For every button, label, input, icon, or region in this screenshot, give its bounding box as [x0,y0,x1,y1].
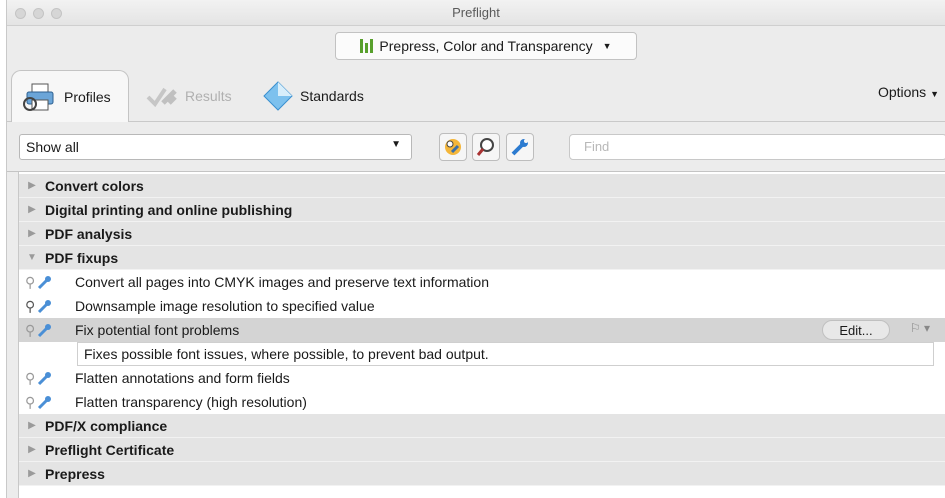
tab-profiles-label: Profiles [64,89,111,105]
fixup-description: Fixes possible font issues, where possib… [77,342,934,366]
group-label: Digital printing and online publishing [45,201,293,218]
tab-strip: Profiles Results Standards Options ▼ [7,70,945,123]
chevron-down-icon: ▼ [391,139,401,150]
bars-chart-icon [360,39,374,53]
fixup-label: Downsample image resolution to specified… [75,298,375,314]
profile-list: ▶ Convert colors ▶ Digital printing and … [18,172,945,498]
toolbar: Show all ▼ Find [7,122,945,172]
profiles-printer-icon [23,83,54,111]
filter-value: Show all [26,139,79,155]
fixups-wrench-icon [511,139,528,156]
standards-diamond-icon [263,81,293,111]
group-label: PDF/X compliance [45,417,168,434]
find-input[interactable]: Find [569,134,945,160]
group-label: Convert colors [45,177,144,194]
title-bar: Preflight [7,0,945,26]
tab-profiles[interactable]: Profiles [11,70,129,123]
window-title: Preflight [452,5,500,20]
disclosure-triangle-icon: ▶ [28,444,36,455]
fixup-item[interactable]: ⚲ Convert all pages into CMYK images and… [19,270,945,294]
fixup-label: Flatten transparency (high resolution) [75,394,307,410]
disclosure-triangle-icon: ▶ [28,228,36,239]
preflight-window: Preflight Prepress, Color and Transparen… [6,0,945,498]
show-fixups-button[interactable] [506,133,534,161]
fixup-item[interactable]: ⚲ Flatten transparency (high resolution) [19,390,945,414]
disclosure-triangle-icon: ▶ [28,420,36,431]
find-placeholder: Find [584,139,610,154]
list-group-preflight-certificate[interactable]: ▶ Preflight Certificate [19,438,945,462]
group-label: Prepress [45,465,105,482]
list-group-convert-colors[interactable]: ▶ Convert colors [19,174,945,198]
results-icon [146,87,177,108]
magnifier-icon: ⚲ [25,273,36,290]
filter-dropdown[interactable]: Show all ▼ [19,134,412,160]
tab-results[interactable]: Results [145,70,232,122]
wrench-icon [38,372,52,386]
fixup-label: Flatten annotations and form fields [75,370,290,386]
group-label: PDF fixups [45,249,119,266]
magnifier-icon: ⚲ [25,321,36,338]
disclosure-triangle-icon: ▶ [28,468,36,479]
wrench-icon [38,324,52,338]
options-label: Options [877,84,927,100]
chevron-down-icon: ▼ [930,89,939,99]
group-label: Preflight Certificate [45,441,175,458]
flag-menu-icon[interactable]: ⚐ ▾ [910,321,930,335]
disclosure-triangle-open-icon: ▼ [27,252,37,263]
group-label: PDF analysis [45,225,133,242]
list-group-prepress[interactable]: ▶ Prepress [19,462,945,486]
edit-button[interactable]: Edit... [822,320,890,340]
fixup-label: Convert all pages into CMYK images and p… [75,274,489,290]
fixup-item[interactable]: ⚲ Downsample image resolution to specifi… [19,294,945,318]
chevron-down-icon: ▼ [602,41,612,51]
checks-search-icon [476,138,494,156]
disclosure-triangle-icon: ▶ [28,204,36,215]
options-menu[interactable]: Options ▼ [878,84,939,100]
list-group-pdfx-compliance[interactable]: ▶ PDF/X compliance [19,414,945,438]
profile-selector-label: Prepress, Color and Transparency [379,38,593,54]
show-checks-button[interactable] [472,133,500,161]
fixup-item-selected[interactable]: ⚲ Fix potential font problems Edit... ⚐ … [19,318,945,342]
tab-standards[interactable]: Standards [262,70,364,122]
fixup-item[interactable]: ⚲ Flatten annotations and form fields [19,366,945,390]
wrench-icon [38,396,52,410]
show-profiles-button[interactable] [439,133,467,161]
magnifier-icon: ⚲ [25,297,36,314]
list-group-pdf-analysis[interactable]: ▶ PDF analysis [19,222,945,246]
list-group-digital-printing[interactable]: ▶ Digital printing and online publishing [19,198,945,222]
wrench-icon [38,276,52,290]
disclosure-triangle-icon: ▶ [28,180,36,191]
tab-standards-label: Standards [300,88,364,104]
list-group-pdf-fixups[interactable]: ▼ PDF fixups [19,246,945,270]
tab-results-label: Results [185,88,232,104]
profile-selector[interactable]: Prepress, Color and Transparency ▼ [335,32,637,60]
fixup-label: Fix potential font problems [75,322,240,338]
magnifier-icon: ⚲ [25,393,36,410]
wrench-icon [38,300,52,314]
magnifier-icon: ⚲ [25,369,36,386]
profiles-view-icon [445,139,461,155]
